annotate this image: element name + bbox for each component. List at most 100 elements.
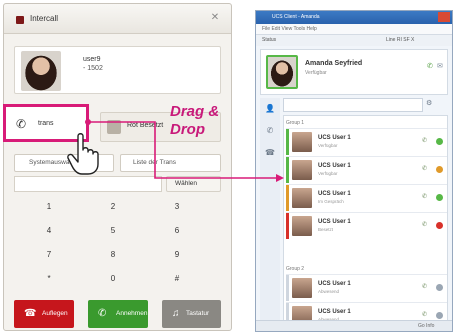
phone-icon[interactable]: ✆ (422, 311, 427, 318)
contacts-window-title: UCS Client - Amanda (272, 14, 320, 20)
status-bar: Status Line RI SF X (256, 35, 452, 46)
avatar (266, 55, 298, 89)
contact-row[interactable]: UCS User 1 Im Gespräch ✆ (286, 184, 447, 211)
avatar (21, 51, 61, 91)
contact-name: UCS User 1 (318, 219, 351, 225)
window-close-icon[interactable] (438, 12, 450, 22)
presence-bar (286, 213, 289, 239)
keypad-label: Tastatur (186, 310, 210, 317)
contact-name: UCS User 1 (318, 191, 351, 197)
presence-dot (436, 194, 443, 201)
presence-dot (436, 284, 443, 291)
contact-name: UCS User 1 (318, 163, 351, 169)
menu-bar: File Edit View Tools Help (256, 24, 452, 35)
contact-list: Group 1 UCS User 1 Verfügbar ✆ UCS User 1 Ve… (283, 115, 448, 329)
call-panel: Intercall ✕ user9 - 1502 Rot Besetzt Sys… (3, 3, 232, 331)
call-panel-title: Intercall (30, 14, 59, 23)
dial-number-input[interactable] (14, 176, 162, 192)
drag-drop-line1: Drag & (170, 103, 220, 120)
phone-icon[interactable]: ✆ (264, 126, 276, 138)
keypad-key[interactable]: * (24, 270, 74, 288)
group-header[interactable]: Group 1 (286, 120, 304, 126)
keypad-key[interactable]: 3 (152, 198, 202, 216)
tab-transfer-list-label: Liste der Trans (133, 159, 176, 166)
hand-cursor-icon (67, 133, 99, 175)
keypad-key[interactable]: 5 (88, 222, 138, 240)
tab-transfer-list[interactable]: Liste der Trans (120, 154, 221, 172)
phone-icon[interactable]: ✆ (422, 165, 427, 172)
contacts-titlebar: UCS Client - Amanda (256, 11, 452, 24)
phone-icon[interactable]: ✆ (427, 62, 433, 70)
presence-bar (286, 157, 289, 183)
contact-search-input[interactable] (283, 98, 423, 112)
contact-row[interactable]: UCS User 1 Verfügbar ✆ (286, 128, 447, 155)
avatar (292, 188, 312, 208)
contact-row[interactable]: UCS User 1 Besetzt ✆ (286, 212, 447, 239)
phone-icon[interactable]: ✆ (422, 221, 427, 228)
avatar (292, 132, 312, 152)
hangup-button[interactable]: ☎ Auflegen (14, 300, 74, 328)
second-action-label: Rot Besetzt (127, 122, 164, 129)
bottom-bar: Go Info (256, 320, 452, 331)
settings-icon[interactable]: ⚙ (426, 99, 432, 107)
dial-button[interactable]: Wählen (166, 176, 221, 192)
presence-bar (286, 185, 289, 211)
contact-extension: - 1502 (83, 65, 103, 72)
keypad-key[interactable]: 1 (24, 198, 74, 216)
phone-icon (107, 120, 121, 134)
keypad-icon: ♫ (172, 308, 180, 319)
contact-name: UCS User 1 (318, 309, 351, 315)
person-icon[interactable]: 👤 (264, 104, 276, 116)
phone-icon[interactable]: ✆ (422, 193, 427, 200)
keypad-key[interactable]: 2 (88, 198, 138, 216)
own-profile-card: Amanda Seyfried Verfügbar ✆ ✉ (260, 49, 448, 95)
call-action-bar: ☎ Auflegen ✆ Annehmen ♫ Tastatur (14, 300, 221, 328)
keypad-key[interactable]: # (152, 270, 202, 288)
presence-dot (436, 138, 443, 145)
contact-status-text: Im Gespräch (318, 199, 344, 204)
keypad-key[interactable]: 0 (88, 270, 138, 288)
keypad-key[interactable]: 6 (152, 222, 202, 240)
answer-button[interactable]: ✆ Annehmen (88, 300, 148, 328)
answer-label: Annehmen (116, 310, 148, 317)
avatar (292, 160, 312, 180)
keypad-key[interactable]: 8 (88, 246, 138, 264)
dial-button-label: Wählen (175, 180, 198, 187)
group-header[interactable]: Group 2 (286, 266, 304, 272)
call-history-icon[interactable]: ☎ (264, 148, 276, 160)
keypad-key[interactable]: 9 (152, 246, 202, 264)
hangup-label: Auflegen (42, 310, 68, 317)
presence-dot (436, 166, 443, 173)
phone-icon[interactable]: ✆ (422, 137, 427, 144)
contacts-window: UCS Client - Amanda File Edit View Tools… (255, 10, 453, 332)
chat-icon[interactable]: ✉ (437, 62, 443, 70)
contact-status-text: Abwesend (318, 289, 340, 294)
call-panel-titlebar: Intercall ✕ (4, 4, 231, 34)
phone-icon[interactable]: ✆ (422, 283, 427, 290)
close-icon[interactable]: ✕ (209, 12, 221, 24)
contact-name: UCS User 1 (318, 281, 351, 287)
side-toolbar: 👤 ✆ ☎ (260, 98, 280, 330)
avatar (292, 216, 312, 236)
presence-bar (286, 275, 289, 301)
contact-name: UCS User 1 (318, 135, 351, 141)
menu-items[interactable]: File Edit View Tools Help (262, 26, 317, 32)
keypad-key[interactable]: 4 (24, 222, 74, 240)
status-right: Line RI SF X (386, 37, 415, 43)
answer-icon: ✆ (98, 308, 107, 319)
own-name: Amanda Seyfried (305, 60, 363, 67)
bottom-bar-text: Go Info (418, 323, 435, 329)
app-icon (16, 16, 24, 24)
keypad: 1 2 3 4 5 6 7 8 9 * 0 # (24, 198, 214, 294)
contact-status-text: Besetzt (318, 227, 334, 232)
active-contact-card: user9 - 1502 (14, 46, 221, 94)
own-status: Verfügbar (305, 70, 327, 76)
contact-row[interactable]: UCS User 1 Abwesend ✆ (286, 274, 447, 301)
keypad-button[interactable]: ♫ Tastatur (162, 300, 221, 328)
contact-row[interactable]: UCS User 1 Verfügbar ✆ (286, 156, 447, 183)
drag-drop-line2: Drop (170, 121, 205, 138)
presence-dot (436, 312, 443, 319)
keypad-key[interactable]: 7 (24, 246, 74, 264)
hangup-icon: ☎ (24, 308, 37, 319)
status-left[interactable]: Status (262, 37, 276, 43)
